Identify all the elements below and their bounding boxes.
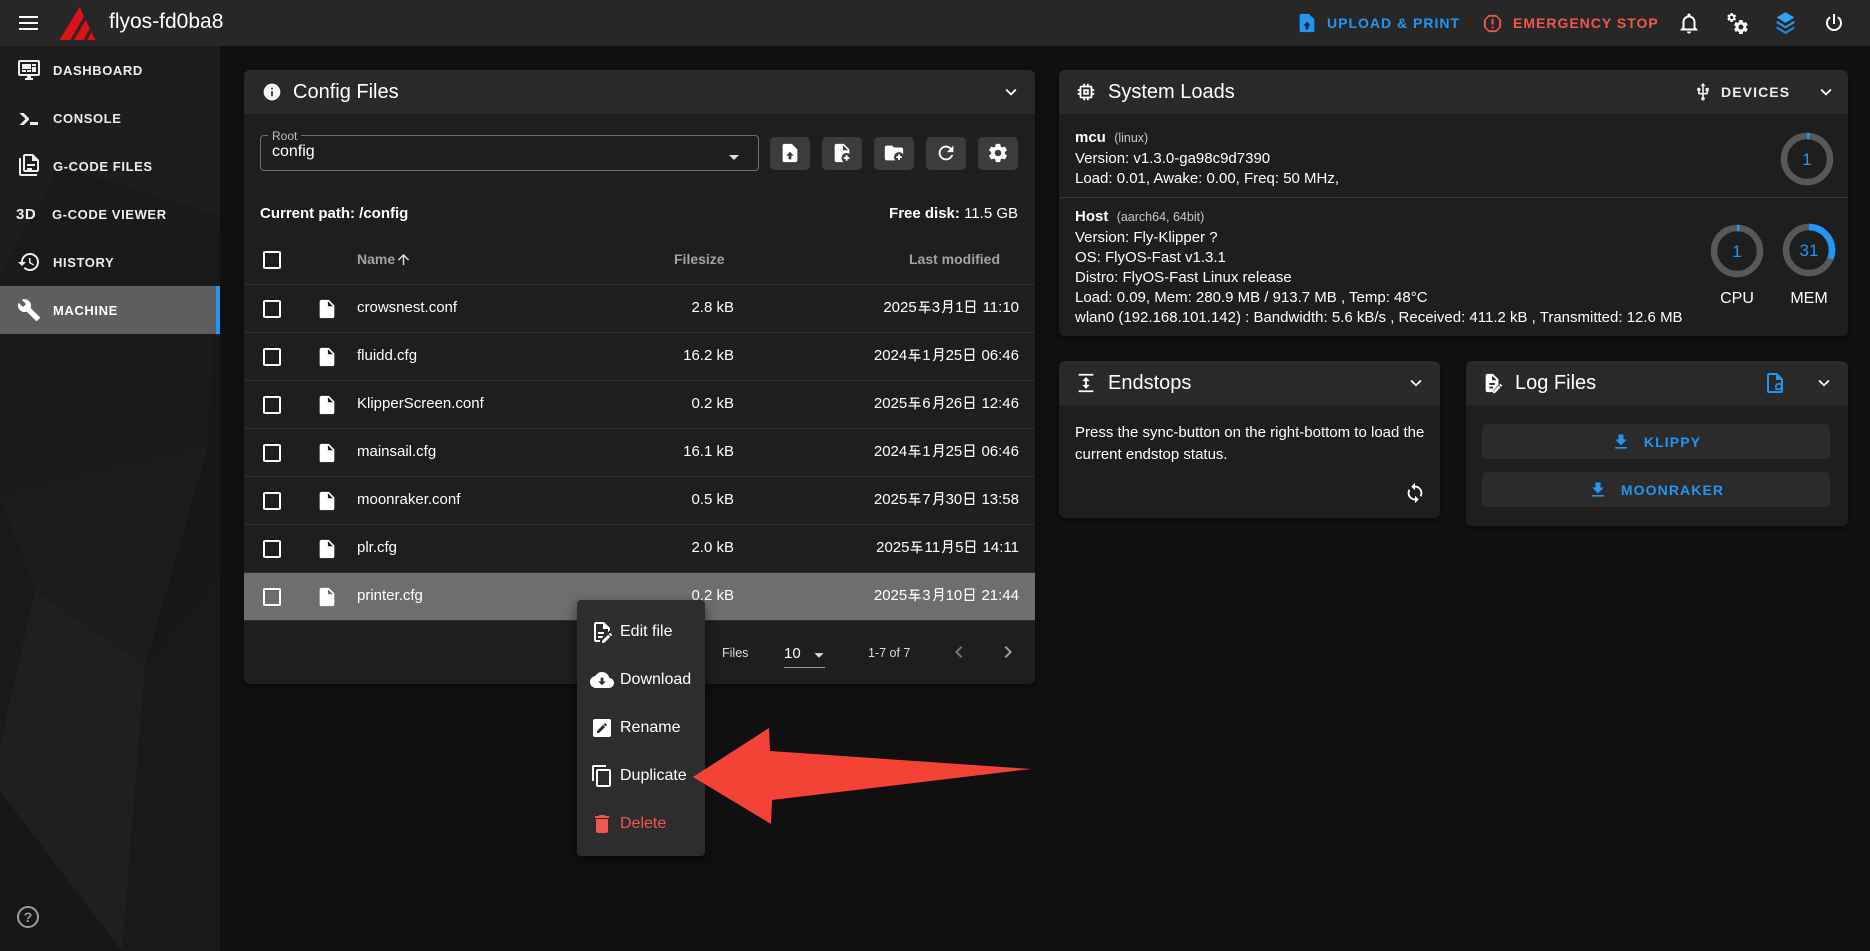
svg-text:31: 31 <box>1800 241 1819 260</box>
svg-text:1: 1 <box>1802 150 1811 169</box>
svg-text:1: 1 <box>1732 242 1741 261</box>
